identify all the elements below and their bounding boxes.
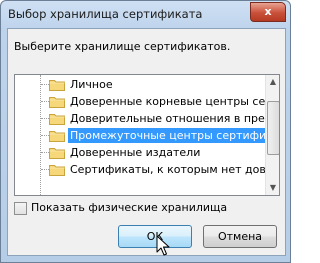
tree-item-intermediate-ca[interactable]: Промежуточные центры сертификаци [15,127,265,144]
folder-icon [49,80,65,91]
cancel-button[interactable]: Отмена [203,225,277,248]
tree-item-trusted-publishers[interactable]: Доверенные издатели [15,144,265,161]
tree-item-label: Доверительные отношения в предпри [70,112,265,125]
tree-rows: Личное Доверенные корневые центры сертиф… [15,75,265,195]
tree-connector [41,169,49,170]
scroll-thumb[interactable] [267,101,279,155]
scroll-down-icon[interactable]: ▼ [266,181,279,195]
folder-icon [49,131,65,142]
folder-icon [49,148,65,159]
tree-connector [41,84,49,85]
dialog-window: Выбор хранилища сертификата x Выберите х… [0,0,291,263]
close-icon: x [264,5,272,18]
title-bar[interactable]: Выбор хранилища сертификата x [1,1,290,29]
dialog-body: Выберите хранилище сертификатов. Личное … [7,28,286,256]
window-title: Выбор хранилища сертификата [8,7,203,21]
show-physical-checkbox[interactable] [14,202,27,215]
tree-item-untrusted[interactable]: Сертификаты, к которым нет довери [15,161,265,178]
vertical-scrollbar[interactable]: ▲ ▼ [265,75,279,195]
tree-item-enterprise-trust[interactable]: Доверительные отношения в предпри [15,110,265,127]
tree-item-personal[interactable]: Личное [15,76,265,93]
tree-item-trusted-root[interactable]: Доверенные корневые центры сертиф [15,93,265,110]
mouse-cursor-icon [156,235,170,256]
tree-item-label: Доверенные корневые центры сертиф [70,95,265,108]
tree-item-label: Сертификаты, к которым нет довери [70,163,265,176]
tree-connector [41,118,49,119]
prompt-label: Выберите хранилище сертификатов. [14,40,231,53]
tree-item-label: Доверенные издатели [70,146,201,159]
tree-connector [41,101,49,102]
folder-icon [49,165,65,176]
close-button[interactable]: x [250,2,286,22]
folder-icon [49,97,65,108]
scroll-up-icon[interactable]: ▲ [266,75,279,89]
tree-connector [41,135,49,136]
folder-icon [49,114,65,125]
tree-connector [41,152,49,153]
store-tree[interactable]: Личное Доверенные корневые центры сертиф… [14,74,280,196]
show-physical-label: Показать физические хранилища [31,201,228,214]
tree-item-label: Промежуточные центры сертификаци [68,128,265,143]
tree-item-label: Личное [70,78,113,91]
ok-button[interactable]: ОК [118,225,192,248]
